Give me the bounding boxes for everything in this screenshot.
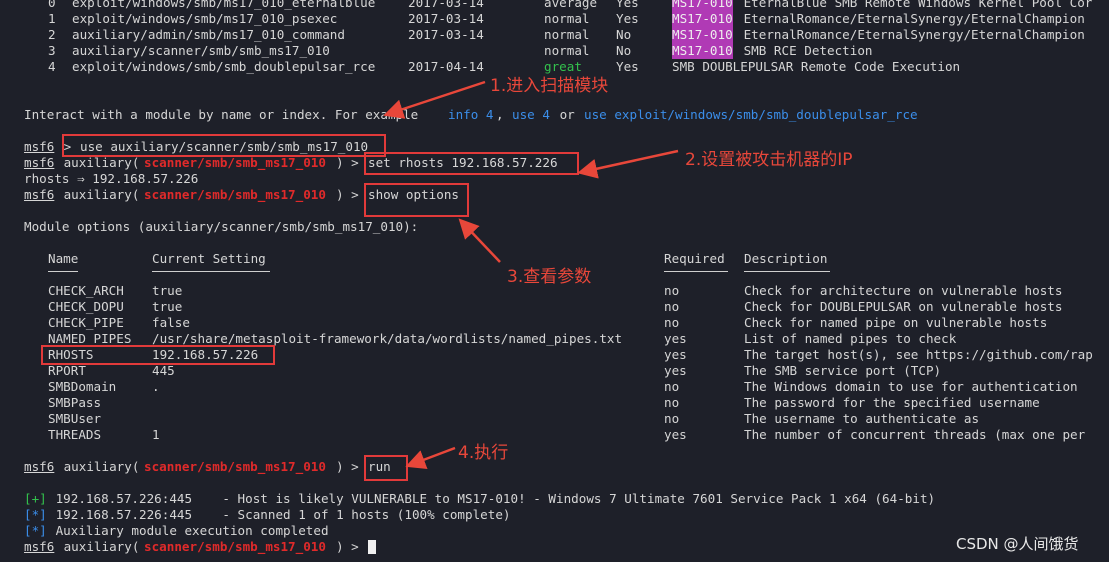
csdn-watermark: CSDN @人间饿货 bbox=[956, 535, 1079, 553]
annotation-step-3: 3.查看参数 bbox=[507, 267, 592, 287]
arrow-1 bbox=[383, 80, 486, 119]
arrow-3 bbox=[458, 218, 501, 263]
annotation-step-4: 4.执行 bbox=[458, 443, 509, 463]
annotation-step-1: 1.进入扫描模块 bbox=[490, 76, 609, 96]
terminal-window[interactable]: 0 exploit/windows/smb/ms17_010_eternalblu… bbox=[0, 0, 1109, 562]
annotation-step-2: 2.设置被攻击机器的IP bbox=[685, 150, 853, 170]
arrow-2 bbox=[577, 149, 679, 179]
arrow-4 bbox=[405, 446, 456, 470]
